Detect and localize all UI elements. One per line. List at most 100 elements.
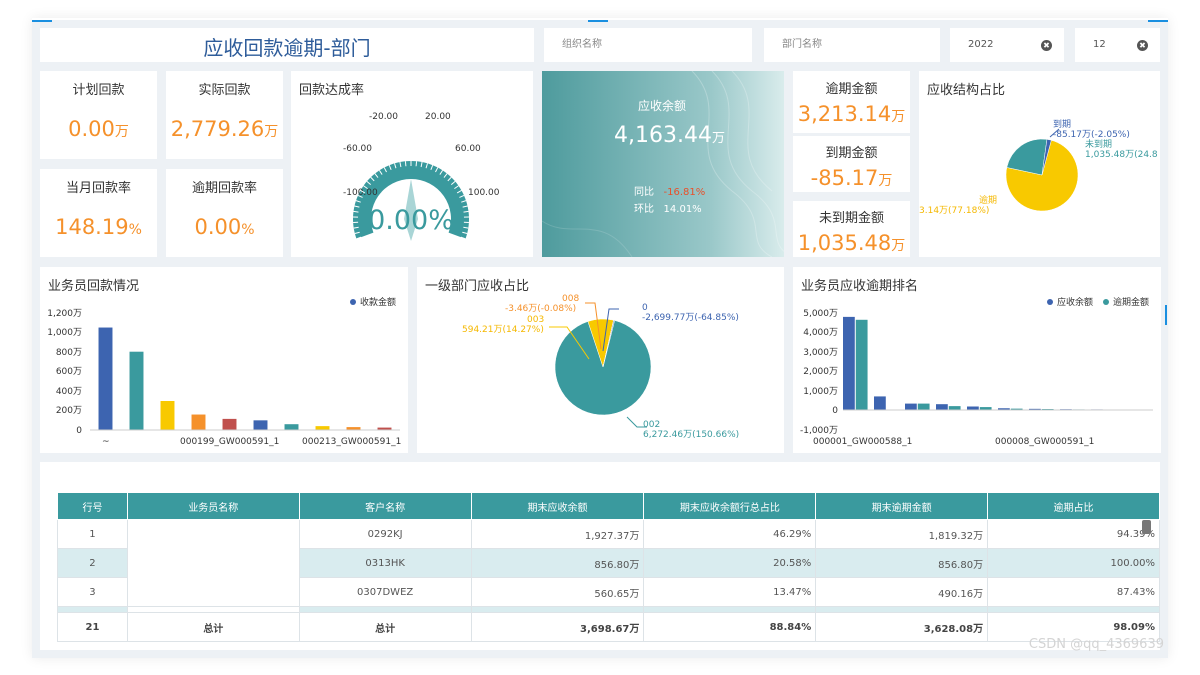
y-tick: 1,000万 (47, 328, 82, 338)
kpi-overdue-rate-card: 逾期回款率 0.00% (166, 169, 283, 257)
col-header[interactable]: 逾期占比 (987, 492, 1160, 520)
col-header[interactable]: 业务员名称 (126, 492, 300, 520)
col-header[interactable]: 期末应收余额行总占比 (643, 492, 817, 520)
dashboard-frame: 应收回款逾期-部门 组织名称 部门名称 2022 ✖ 12 ✖ 计划回款 0.00万… (32, 18, 1168, 658)
gauge-tick: 20.00 (425, 112, 451, 122)
table-row[interactable]: 1 0292KJ 1,927.37万 46.29% 1,819.32万 94.3… (57, 519, 1160, 607)
dept-filter-placeholder: 部门名称 (782, 39, 822, 50)
dept-pie-card: 一级部门应收占比 0 -2,699.77万(-64.85%) 008 -3.46… (417, 267, 784, 453)
y-tick: 0 (76, 426, 82, 436)
header-bar: 应收回款逾期-部门 (40, 28, 534, 62)
col-header[interactable]: 行号 (57, 492, 128, 520)
rank-chart-card: 业务员应收逾期排名 应收余额 逾期金额 5,000万 4,000万 3,000万… (793, 267, 1161, 453)
rank-bar-chart: 5,000万 4,000万 3,000万 2,000万 1,000万 0 -1,… (800, 309, 1153, 447)
y-tick: -1,000万 (800, 426, 838, 436)
bar-收款金额-4 (222, 418, 237, 430)
clear-icon[interactable]: ✖ (1137, 40, 1148, 51)
bar-收款金额-7 (315, 426, 330, 430)
pie-label: 002 (643, 420, 660, 430)
month-select[interactable]: 12 ✖ (1075, 28, 1160, 62)
bar-应收余额-1 (874, 396, 886, 410)
kpi-value: 148.19% (55, 215, 142, 239)
table-total-row: 21 总计 总计 3,698.67万 88.84% 3,628.08万 98.0… (57, 612, 1160, 642)
dept-pie: 0 -2,699.77万(-64.85%) 008 -3.46万(-0.08%)… (462, 294, 739, 440)
not-due-amount-card: 未到期金额 1,035.48万 (793, 201, 910, 257)
kpi-label: 计划回款 (72, 83, 125, 98)
y-tick: 400万 (56, 387, 82, 397)
gauge-value: 0.00% (368, 205, 454, 236)
x-tick: 000008_GW000591_1 (995, 437, 1094, 447)
structure-pie: 到期 -85.17万(-2.05%) 未到期 1,035.48万(24.8 逾期… (919, 118, 1158, 216)
pie-label: 3.14万(77.18%) (919, 206, 989, 216)
overdue-amount-card: 逾期金额 3,213.14万 (793, 71, 910, 133)
year-value: 2022 (968, 39, 994, 50)
gauge-card: 回款达成率 -100.00 -60.00 -20.00 20.00 60.00 … (291, 71, 533, 257)
pie-label: 到期 (1053, 118, 1071, 130)
y-tick: 5,000万 (803, 309, 838, 319)
col-header[interactable]: 期末应收余额 (470, 492, 645, 520)
gauge-tick-mark (463, 210, 469, 213)
pie-label: 1,035.48万(24.8 (1085, 150, 1158, 160)
gauge-tick-mark (353, 210, 359, 213)
kpi-value: 1,035.48万 (797, 231, 906, 255)
kpi-plan-card: 计划回款 0.00万 (40, 71, 157, 159)
kpi-label: 到期金额 (825, 146, 878, 161)
y-tick: 1,200万 (47, 309, 82, 319)
x-tick: 000199_GW000591_1 (180, 437, 279, 447)
receivable-label: 应收余额 (638, 99, 687, 113)
pie-label: 0 (642, 303, 648, 313)
bar-收款金额-5 (253, 420, 268, 430)
col-header[interactable]: 客户名称 (298, 492, 472, 520)
month-value: 12 (1093, 39, 1106, 50)
y-tick: 3,000万 (803, 348, 838, 358)
y-tick: 0 (832, 406, 838, 416)
bar-收款金额-3 (191, 414, 206, 430)
top-accent (1148, 20, 1168, 22)
y-tick: 2,000万 (803, 367, 838, 377)
receivable-value: 4,163.44万 (614, 123, 725, 148)
detail-table: 行号 业务员名称 客户名称 期末应收余额 期末应收余额行总占比 期末逾期金额 逾… (57, 492, 1160, 642)
pie-label: -2,699.77万(-64.85%) (642, 313, 739, 323)
pie-label: -85.17万(-2.05%) (1053, 130, 1130, 140)
y-tick: 600万 (56, 367, 82, 377)
col-header[interactable]: 期末逾期金额 (815, 492, 989, 520)
clear-icon[interactable]: ✖ (1041, 40, 1052, 51)
bar-收款金额-1 (129, 351, 144, 430)
dept-filter[interactable]: 部门名称 (764, 28, 940, 62)
top-accent (32, 20, 52, 22)
pie-label: 003 (527, 315, 544, 325)
mom-row: 环比 14.01% (634, 204, 702, 215)
right-edge-accent (1165, 305, 1167, 325)
pie-label: -3.46万(-0.08%) (505, 304, 576, 314)
detail-table-card: 行号 业务员名称 客户名称 期末应收余额 期末应收余额行总占比 期末逾期金额 逾… (40, 462, 1160, 650)
pie-label: 逾期 (979, 194, 997, 206)
bar-逾期金额-0 (855, 319, 868, 410)
org-filter[interactable]: 组织名称 (544, 28, 752, 62)
watermark: CSDN @qq_4369639 (1028, 637, 1164, 652)
pie-label: 6,272.46万(150.66%) (643, 430, 739, 440)
year-select[interactable]: 2022 ✖ (950, 28, 1064, 62)
gauge-tick: 60.00 (455, 144, 481, 154)
kpi-actual-card: 实际回款 2,779.26万 (166, 71, 283, 159)
kpi-value: 0.00% (194, 215, 255, 239)
x-tick: 000213_GW000591_1 (302, 437, 401, 447)
bar-收款金额-6 (284, 424, 299, 430)
kpi-label: 未到期金额 (818, 211, 884, 226)
gauge-tick: -20.00 (369, 112, 398, 122)
top-accent (588, 20, 608, 22)
gauge-chart: -100.00 -60.00 -20.00 20.00 60.00 100.00… (343, 112, 500, 241)
kpi-value: 0.00万 (68, 117, 129, 141)
org-filter-placeholder: 组织名称 (562, 39, 602, 50)
pie-label: 594.21万(14.27%) (462, 325, 544, 335)
table-scrollbar[interactable] (1142, 520, 1151, 534)
kpi-label: 逾期金额 (825, 82, 878, 97)
page-title: 应收回款逾期-部门 (203, 36, 371, 60)
kpi-value: -85.17万 (810, 166, 893, 190)
bar-应收余额-2 (905, 403, 917, 410)
x-tick: 000001_GW000588_1 (813, 437, 912, 447)
kpi-label: 当月回款率 (65, 181, 131, 196)
kpi-month-rate-card: 当月回款率 148.19% (40, 169, 157, 257)
pie-label: 未到期 (1085, 138, 1112, 150)
bar-收款金额-0 (98, 327, 113, 430)
y-tick: 200万 (56, 406, 82, 416)
